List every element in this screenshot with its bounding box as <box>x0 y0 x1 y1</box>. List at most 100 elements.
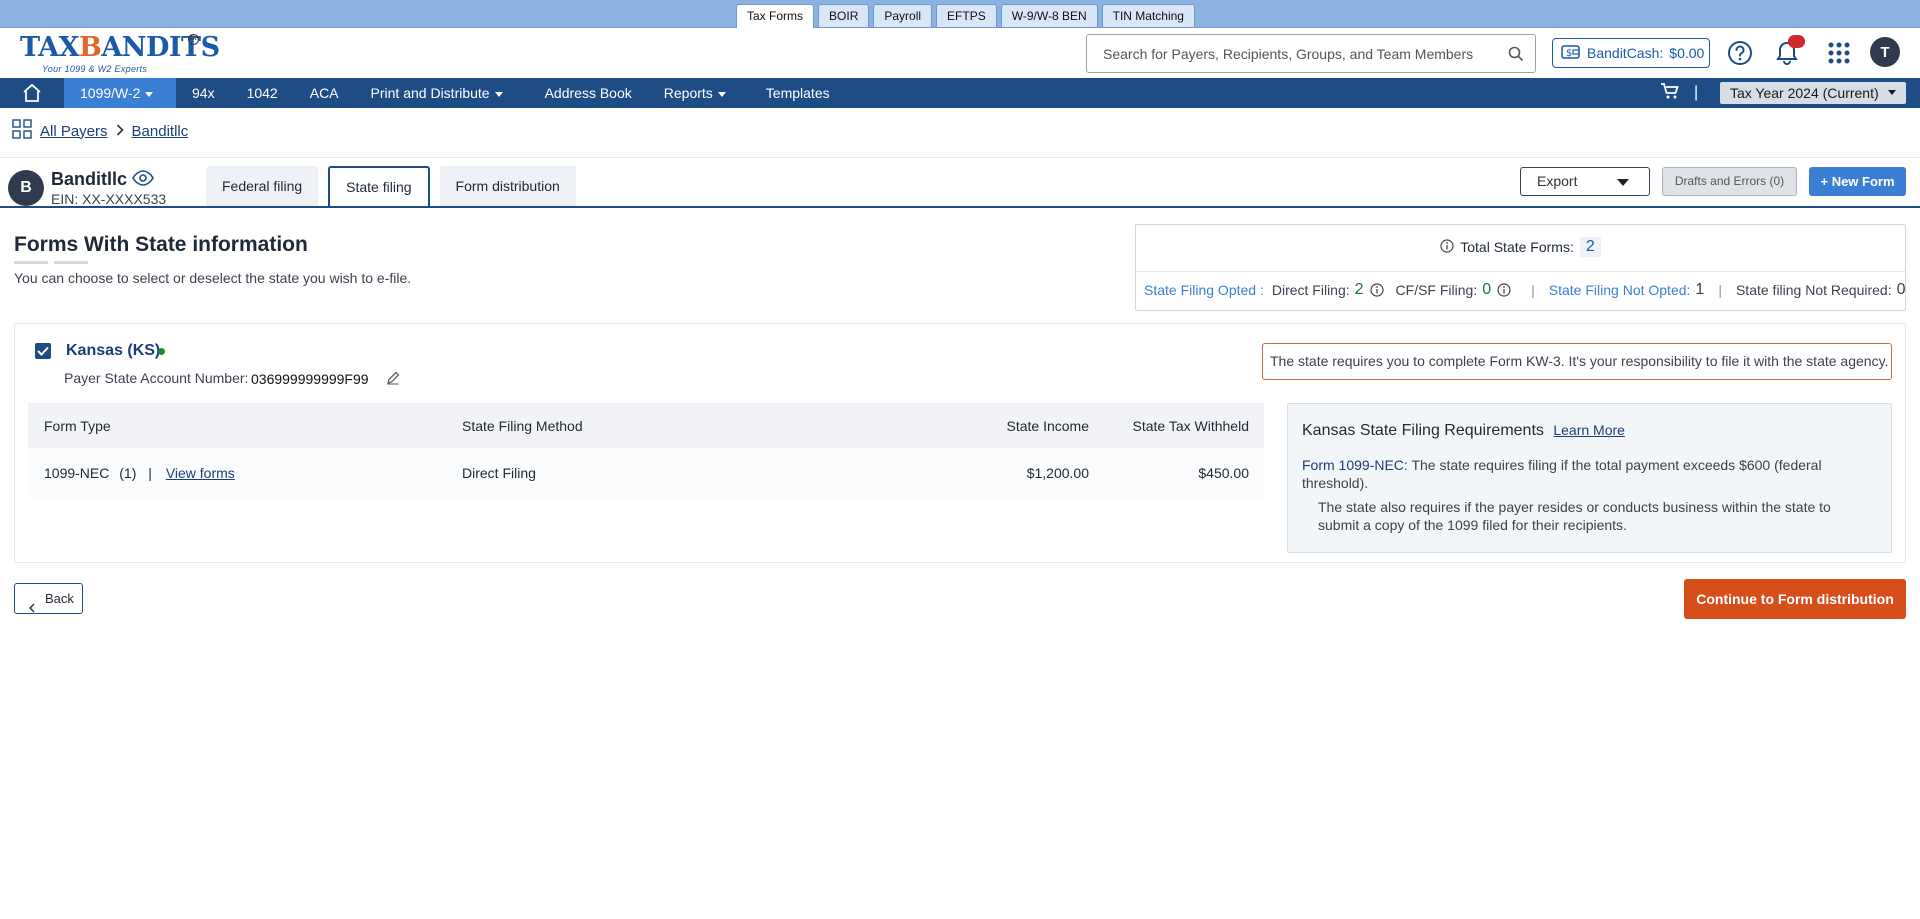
nav-separator: | <box>1694 84 1699 101</box>
tax-year-select[interactable]: Tax Year 2024 (Current) <box>1720 82 1906 104</box>
new-form-button[interactable]: + New Form <box>1809 167 1906 196</box>
total-state-forms-count: 2 <box>1579 237 1601 257</box>
table-header: Form Type State Filing Method State Inco… <box>28 403 1264 448</box>
cart-icon[interactable] <box>1660 82 1680 105</box>
payer-name: Banditllc <box>51 169 128 189</box>
info-icon[interactable] <box>1497 283 1511 297</box>
requirements-title: Kansas State Filing Requirements Learn M… <box>1302 422 1625 439</box>
chevron-down-icon <box>1888 90 1896 95</box>
tabs-underline <box>0 206 1920 208</box>
product-strip: Tax Forms BOIR Payroll EFTPS W-9/W-8 BEN… <box>0 0 1920 28</box>
global-search <box>1086 34 1536 73</box>
product-tab-tax-forms[interactable]: Tax Forms <box>736 4 815 28</box>
payer-ein: EIN: XX-XXXX533 <box>51 191 167 207</box>
info-icon <box>1440 238 1454 256</box>
search-input[interactable] <box>1087 35 1497 72</box>
wallet-icon: $ <box>1561 44 1581 63</box>
breadcrumb-divider <box>0 157 1920 158</box>
cell-state-tax-withheld: $450.00 <box>1198 465 1249 481</box>
filing-tabs: Federal filing State filing Form distrib… <box>206 166 576 208</box>
product-tab-eftps[interactable]: EFTPS <box>936 4 997 27</box>
tab-federal-filing[interactable]: Federal filing <box>206 166 319 206</box>
nav-right: | <box>1660 78 1698 108</box>
page-title: Forms With State information <box>14 233 308 256</box>
bandit-cash-button[interactable]: $ BanditCash: $0.00 <box>1552 38 1710 68</box>
payer-avatar: B <box>8 170 44 206</box>
nav-aca[interactable]: ACA <box>294 78 355 108</box>
state-forms-table: Form Type State Filing Method State Inco… <box>28 403 1264 498</box>
state-forms-summary: Total State Forms: 2 State Filing Opted … <box>1135 224 1906 311</box>
nav-94x[interactable]: 94x <box>176 78 231 108</box>
help-icon[interactable] <box>1725 38 1755 68</box>
cell-state-income: $1,200.00 <box>1026 465 1089 481</box>
product-tab-boir[interactable]: BOIR <box>818 4 870 27</box>
nav-1099-w2[interactable]: 1099/W-2 <box>64 78 176 108</box>
search-icon[interactable] <box>1497 35 1535 72</box>
col-form-type: Form Type <box>44 417 111 434</box>
back-button[interactable]: Back <box>14 583 83 614</box>
not-opted-count: 1 <box>1695 281 1705 298</box>
home-icon[interactable] <box>0 78 64 108</box>
taxbandits-logo[interactable]: TAXBANDITS TM Your 1099 & W2 Experts <box>20 32 220 74</box>
breadcrumb-all-payers[interactable]: All Payers <box>40 123 108 140</box>
chevron-left-icon <box>28 594 35 623</box>
state-name: Kansas (KS) <box>66 342 161 359</box>
summary-breakdown: State Filing Opted : Direct Filing: 2 CF… <box>1144 281 1906 298</box>
state-requirements-panel: Kansas State Filing Requirements Learn M… <box>1287 403 1892 553</box>
account-number-label: Payer State Account Number: <box>64 370 249 386</box>
chevron-right-icon <box>116 123 124 140</box>
nav-reports[interactable]: Reports <box>648 78 742 108</box>
not-required-count: 0 <box>1896 281 1906 298</box>
table-row: 1099-NEC (1) | View forms Direct Filing … <box>28 448 1264 498</box>
nav-templates[interactable]: Templates <box>750 78 846 108</box>
status-dot <box>158 348 165 355</box>
tab-form-distribution[interactable]: Form distribution <box>439 166 576 206</box>
nav-print-and-distribute[interactable]: Print and Distribute <box>355 78 519 108</box>
col-filing-method: State Filing Method <box>462 417 583 434</box>
continue-to-form-distribution-button[interactable]: Continue to Form distribution <box>1684 579 1906 619</box>
nav-address-book[interactable]: Address Book <box>529 78 648 108</box>
cell-form-type: 1099-NEC (1) | View forms <box>44 465 235 481</box>
drafts-and-errors-button[interactable]: Drafts and Errors (0) <box>1662 167 1797 196</box>
user-avatar[interactable]: T <box>1870 37 1900 67</box>
product-tab-payroll[interactable]: Payroll <box>873 4 933 27</box>
cell-filing-method: Direct Filing <box>462 465 536 481</box>
summary-divider <box>1136 271 1905 272</box>
state-filing-opted-label: State Filing Opted : <box>1144 282 1264 298</box>
col-state-tax-withheld: State Tax Withheld <box>1132 417 1249 434</box>
nav-1042[interactable]: 1042 <box>231 78 294 108</box>
plus-icon: + <box>1820 174 1832 189</box>
direct-filing-count: 2 <box>1354 281 1364 298</box>
product-tab-w9-w8ben[interactable]: W-9/W-8 BEN <box>1000 4 1098 27</box>
chevron-down-icon <box>1617 179 1629 186</box>
requirements-additional-rule: The state also requires if the payer res… <box>1318 499 1831 533</box>
product-tab-tin-matching[interactable]: TIN Matching <box>1101 4 1195 27</box>
state-filing-not-opted-label: State Filing Not Opted: <box>1548 282 1691 298</box>
title-underline <box>14 261 48 264</box>
learn-more-link[interactable]: Learn More <box>1553 422 1625 438</box>
requirements-form-rule: Form 1099-NEC: The state requires filing… <box>1302 457 1822 491</box>
chevron-down-icon <box>145 91 154 97</box>
state-select-checkbox[interactable] <box>35 343 51 359</box>
cfsf-filing-count: 0 <box>1482 281 1492 298</box>
svg-text:$: $ <box>1566 48 1572 59</box>
export-dropdown[interactable]: Export <box>1520 167 1650 196</box>
header: TAXBANDITS TM Your 1099 & W2 Experts $ B… <box>0 28 1920 78</box>
edit-pencil-icon[interactable] <box>386 371 400 390</box>
bandit-cash-value: $0.00 <box>1669 45 1705 61</box>
eye-icon[interactable] <box>132 170 154 191</box>
breadcrumb-current-payer[interactable]: Banditllc <box>132 123 189 140</box>
state-notice: The state requires you to complete Form … <box>1262 343 1892 380</box>
main-nav: 1099/W-2 94x 1042 ACA Print and Distribu… <box>0 78 1920 108</box>
account-number-value: 036999999999F99 <box>251 371 369 387</box>
view-forms-link[interactable]: View forms <box>166 465 235 481</box>
chevron-down-icon <box>494 91 503 97</box>
notification-badge <box>1788 35 1805 48</box>
chevron-down-icon <box>717 91 726 97</box>
info-icon[interactable] <box>1369 283 1384 297</box>
bandit-cash-label: BanditCash: <box>1587 45 1664 61</box>
total-state-forms: Total State Forms: 2 <box>1136 237 1905 257</box>
tab-state-filing[interactable]: State filing <box>328 166 430 208</box>
apps-grid-icon[interactable] <box>1824 38 1854 68</box>
dashboard-grid-icon[interactable] <box>12 119 32 143</box>
